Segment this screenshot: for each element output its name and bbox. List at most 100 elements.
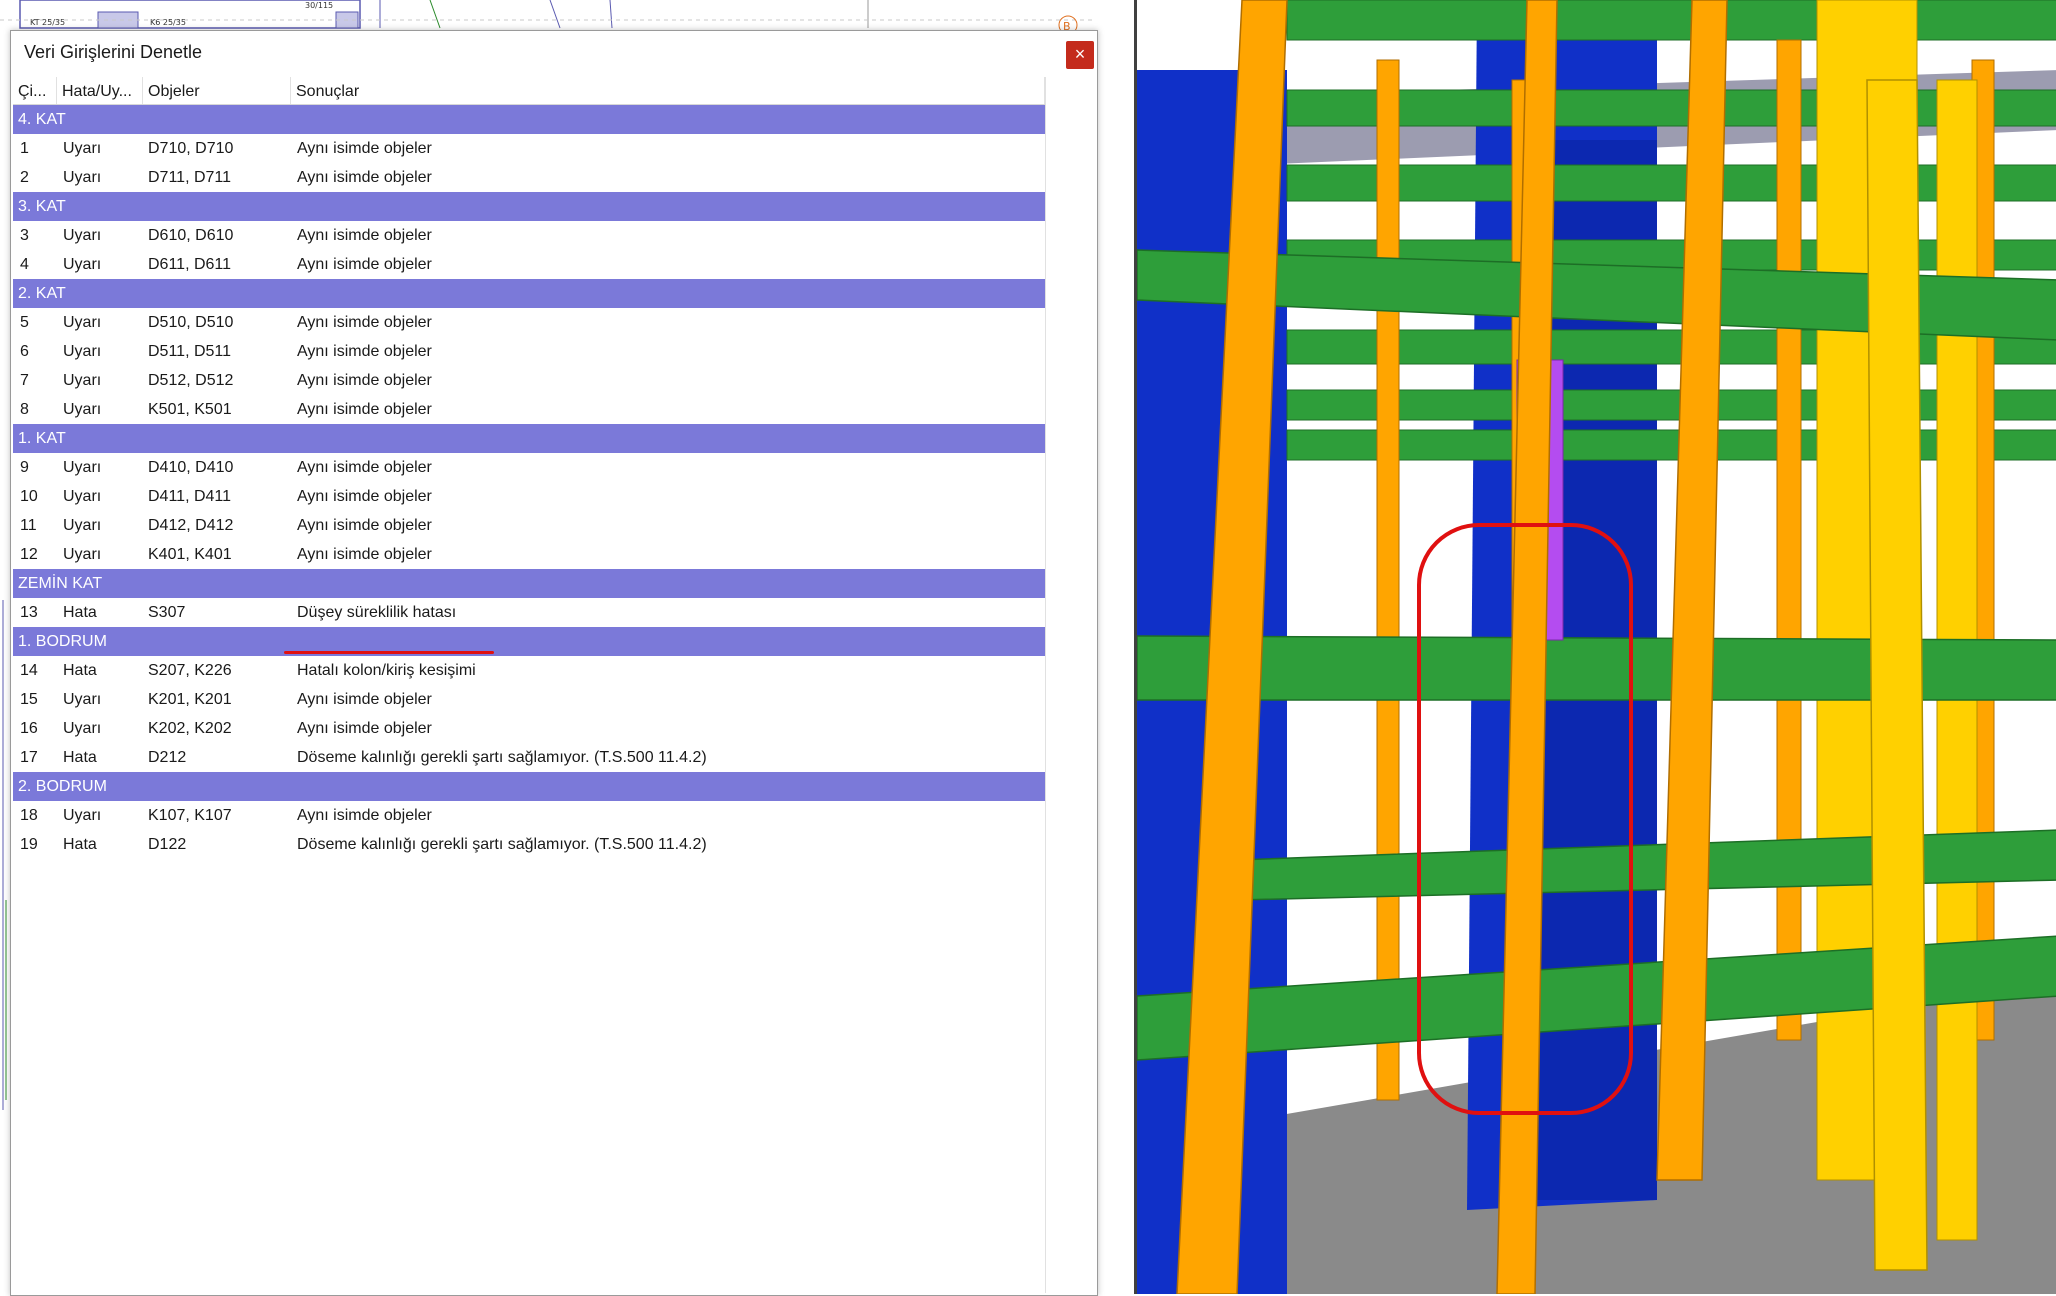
row-type: Uyarı xyxy=(63,401,102,418)
row-type: Uyarı xyxy=(63,140,102,157)
column-header-no[interactable]: Çi... xyxy=(13,77,57,104)
row-type: Uyarı xyxy=(63,459,102,476)
group-header-row[interactable]: 2. BODRUM xyxy=(13,772,1045,801)
row-type: Uyarı xyxy=(63,546,102,563)
row-result: Aynı isimde objeler xyxy=(297,807,432,824)
row-number: 19 xyxy=(20,836,38,853)
row-objects: D711, D711 xyxy=(148,169,232,186)
table-row[interactable]: 1 Uyarı D710, D710 Aynı isimde objeler xyxy=(13,134,1045,163)
row-result: Aynı isimde objeler xyxy=(297,314,432,331)
dialog-titlebar[interactable]: Veri Girişlerini Denetle × xyxy=(11,31,1097,77)
row-number: 13 xyxy=(20,604,38,621)
group-header-row[interactable]: 4. KAT xyxy=(13,105,1045,134)
row-result: Aynı isimde objeler xyxy=(297,227,432,244)
row-result: Aynı isimde objeler xyxy=(297,372,432,389)
row-number: 2 xyxy=(20,169,29,186)
group-header-row[interactable]: 1. BODRUM xyxy=(13,627,1045,656)
row-number: 17 xyxy=(20,749,38,766)
table-row[interactable]: 19 Hata D122 Döseme kalınlığı gerekli şartı… xyxy=(13,830,1045,859)
row-type: Uyarı xyxy=(63,314,102,331)
row-type: Uyarı xyxy=(63,343,102,360)
row-number: 18 xyxy=(20,807,38,824)
row-result: Aynı isimde objeler xyxy=(297,169,432,186)
row-result: Hatalı kolon/kiriş kesişimi xyxy=(297,662,476,679)
row-objects: D212 xyxy=(148,749,187,766)
row-result: Aynı isimde objeler xyxy=(297,691,432,708)
row-result: Aynı isimde objeler xyxy=(297,140,432,157)
row-objects: D710, D710 xyxy=(148,140,234,157)
row-result: Aynı isimde objeler xyxy=(297,459,432,476)
table-row[interactable]: 5 Uyarı D510, D510 Aynı isimde objeler xyxy=(13,308,1045,337)
grid-rows: 4. KAT 1 Uyarı D710, D710 Aynı isimde objele… xyxy=(13,105,1045,859)
table-row[interactable]: 3 Uyarı D610, D610 Aynı isimde objeler xyxy=(13,221,1045,250)
row-objects: S307 xyxy=(148,604,186,621)
row-number: 1 xyxy=(20,140,29,157)
cad-beam-label: 30/115 xyxy=(305,1,333,10)
row-result: Döseme kalınlığı gerekli şartı sağlamıyo… xyxy=(297,749,707,766)
row-result: Aynı isimde objeler xyxy=(297,517,432,534)
close-icon: × xyxy=(1074,44,1086,64)
row-type: Hata xyxy=(63,604,97,621)
table-row[interactable]: 6 Uyarı D511, D511 Aynı isimde objeler xyxy=(13,337,1045,366)
row-number: 14 xyxy=(20,662,38,679)
row-type: Hata xyxy=(63,836,97,853)
row-result: Düşey süreklilik hatası xyxy=(297,604,457,621)
row-result: Aynı isimde objeler xyxy=(297,256,432,273)
row-type: Uyarı xyxy=(63,517,102,534)
table-row[interactable]: 7 Uyarı D512, D512 Aynı isimde objeler xyxy=(13,366,1045,395)
row-objects: D412, D412 xyxy=(148,517,234,534)
group-header-row[interactable]: 3. KAT xyxy=(13,192,1045,221)
column-header-type[interactable]: Hata/Uy... xyxy=(57,77,143,104)
table-row[interactable]: 15 Uyarı K201, K201 Aynı isimde objeler xyxy=(13,685,1045,714)
group-header-row[interactable]: 2. KAT xyxy=(13,279,1045,308)
table-row[interactable]: 9 Uyarı D410, D410 Aynı isimde objeler xyxy=(13,453,1045,482)
row-objects: K107, K107 xyxy=(148,807,232,824)
table-row[interactable]: 13 Hata S307 Düşey süreklilik hatası xyxy=(13,598,1045,627)
grid-right-border xyxy=(1045,77,1046,1293)
row-number: 16 xyxy=(20,720,38,737)
row-number: 4 xyxy=(20,256,29,273)
table-row[interactable]: 8 Uyarı K501, K501 Aynı isimde objeler xyxy=(13,395,1045,424)
table-row[interactable]: 2 Uyarı D711, D711 Aynı isimde objeler xyxy=(13,163,1045,192)
column-header-objects[interactable]: Objeler xyxy=(143,77,291,104)
row-number: 5 xyxy=(20,314,29,331)
table-row[interactable]: 17 Hata D212 Döseme kalınlığı gerekli şartı… xyxy=(13,743,1045,772)
table-row[interactable]: 16 Uyarı K202, K202 Aynı isimde objeler xyxy=(13,714,1045,743)
table-row[interactable]: 12 Uyarı K401, K401 Aynı isimde objeler xyxy=(13,540,1045,569)
row-objects: D122 xyxy=(148,836,187,853)
row-number: 12 xyxy=(20,546,38,563)
dialog-title: Veri Girişlerini Denetle xyxy=(24,42,203,62)
row-type: Uyarı xyxy=(63,488,102,505)
column-header-results[interactable]: Sonuçlar xyxy=(291,77,1045,104)
check-data-entries-dialog: Veri Girişlerini Denetle × Çi... Hata/Uy… xyxy=(10,30,1098,1296)
row-result: Aynı isimde objeler xyxy=(297,720,432,737)
columns-front-yellow[interactable] xyxy=(1866,79,1928,1271)
table-row[interactable]: 4 Uyarı D611, D611 Aynı isimde objeler xyxy=(13,250,1045,279)
table-row[interactable]: 14 Hata S207, K226 Hatalı kolon/kiriş kesiş… xyxy=(13,656,1045,685)
row-result: Aynı isimde objeler xyxy=(297,401,432,418)
row-type: Uyarı xyxy=(63,691,102,708)
row-number: 15 xyxy=(20,691,38,708)
row-objects: D410, D410 xyxy=(148,459,234,476)
row-objects: D611, D611 xyxy=(148,256,232,273)
cad-beam-label: K6 25/35 xyxy=(150,18,186,27)
row-type: Hata xyxy=(63,749,97,766)
table-row[interactable]: 18 Uyarı K107, K107 Aynı isimde objeler xyxy=(13,801,1045,830)
row-result: Döseme kalınlığı gerekli şartı sağlamıyo… xyxy=(297,836,707,853)
row-objects: D411, D411 xyxy=(148,488,232,505)
row-type: Uyarı xyxy=(63,720,102,737)
table-row[interactable]: 10 Uyarı D411, D411 Aynı isimde objeler xyxy=(13,482,1045,511)
row-type: Uyarı xyxy=(63,372,102,389)
structural-3d-view[interactable] xyxy=(1134,0,2056,1294)
group-header-row[interactable]: 1. KAT xyxy=(13,424,1045,453)
row-objects: D610, D610 xyxy=(148,227,234,244)
row-number: 8 xyxy=(20,401,29,418)
row-type: Uyarı xyxy=(63,169,102,186)
row-objects: D510, D510 xyxy=(148,314,234,331)
table-row[interactable]: 11 Uyarı D412, D412 Aynı isimde objeler xyxy=(13,511,1045,540)
group-header-row[interactable]: ZEMİN KAT xyxy=(13,569,1045,598)
row-number: 7 xyxy=(20,372,29,389)
row-result: Aynı isimde objeler xyxy=(297,488,432,505)
close-button[interactable]: × xyxy=(1066,41,1094,69)
3d-model-render[interactable] xyxy=(1137,0,2056,1294)
